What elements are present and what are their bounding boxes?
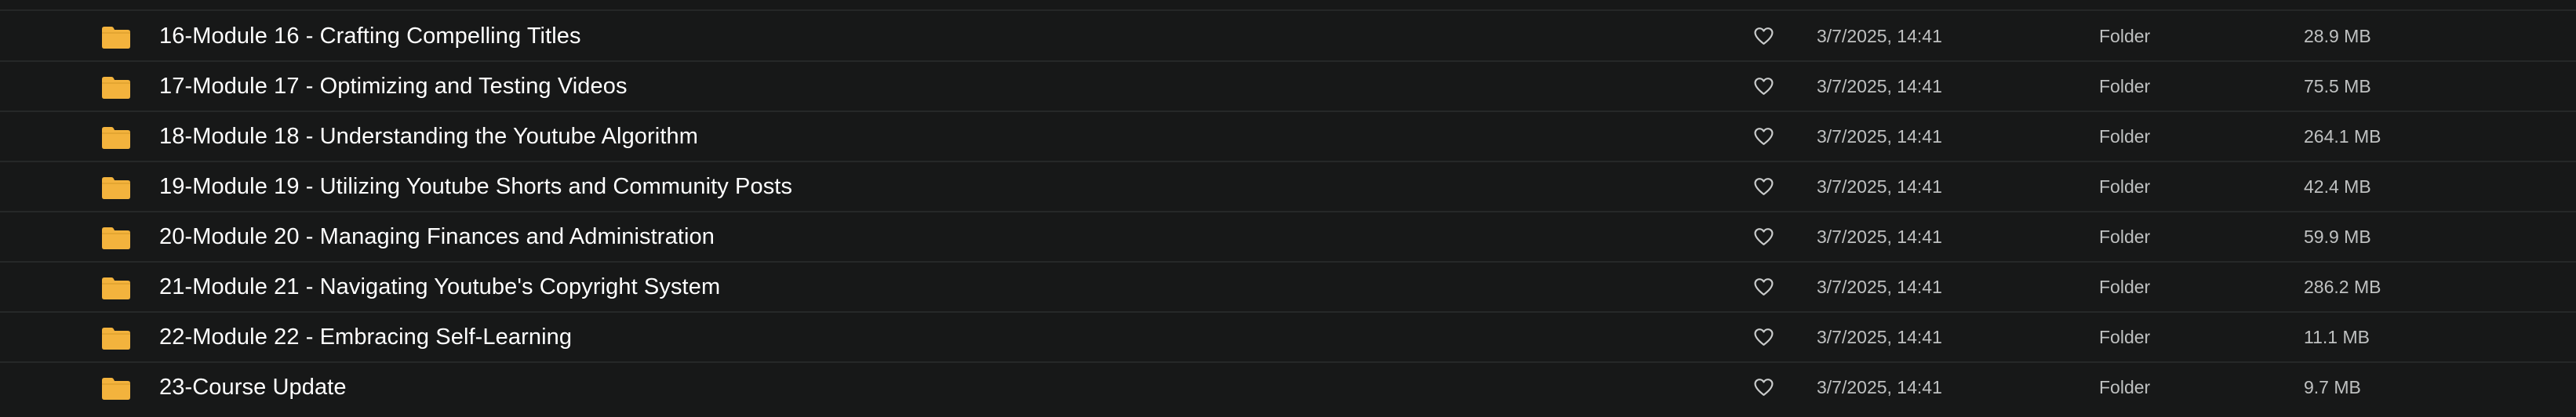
table-row[interactable]: 19-Module 19 - Utilizing Youtube Shorts … <box>0 162 2576 212</box>
row-name[interactable]: 20-Module 20 - Managing Finances and Adm… <box>159 212 715 261</box>
row-name[interactable]: 16-Module 16 - Crafting Compelling Title… <box>159 12 581 60</box>
row-kind: Folder <box>2099 277 2151 297</box>
row-date: 3/7/2025, 14:41 <box>1817 176 1942 197</box>
row-name[interactable]: 23-Course Update <box>159 363 347 412</box>
row-date: 3/7/2025, 14:41 <box>1817 327 1942 347</box>
previous-row-edge <box>0 0 2576 11</box>
row-kind: Folder <box>2099 327 2151 347</box>
table-row[interactable]: 20-Module 20 - Managing Finances and Adm… <box>0 212 2576 263</box>
row-size: 28.9 MB <box>2304 26 2371 46</box>
row-size: 75.5 MB <box>2304 76 2371 96</box>
row-kind: Folder <box>2099 76 2151 96</box>
folder-icon <box>102 77 130 99</box>
file-list: 16-Module 16 - Crafting Compelling Title… <box>0 0 2576 417</box>
row-name[interactable]: 22-Module 22 - Embracing Self-Learning <box>159 313 572 361</box>
heart-icon[interactable] <box>1753 227 1774 246</box>
row-date: 3/7/2025, 14:41 <box>1817 76 1942 96</box>
folder-icon <box>102 328 130 350</box>
row-name[interactable]: 21-Module 21 - Navigating Youtube's Copy… <box>159 263 720 311</box>
table-row[interactable]: 21-Module 21 - Navigating Youtube's Copy… <box>0 263 2576 313</box>
heart-icon[interactable] <box>1753 177 1774 196</box>
row-date: 3/7/2025, 14:41 <box>1817 377 1942 397</box>
row-kind: Folder <box>2099 126 2151 147</box>
row-date: 3/7/2025, 14:41 <box>1817 26 1942 46</box>
row-kind: Folder <box>2099 26 2151 46</box>
row-name[interactable]: 17-Module 17 - Optimizing and Testing Vi… <box>159 62 628 111</box>
table-row[interactable]: 23-Course Update 3/7/2025, 14:41 Folder … <box>0 363 2576 413</box>
table-row[interactable]: 22-Module 22 - Embracing Self-Learning 3… <box>0 313 2576 363</box>
table-row[interactable]: 17-Module 17 - Optimizing and Testing Vi… <box>0 62 2576 112</box>
row-name[interactable]: 19-Module 19 - Utilizing Youtube Shorts … <box>159 162 792 211</box>
row-size: 42.4 MB <box>2304 176 2371 197</box>
row-date: 3/7/2025, 14:41 <box>1817 227 1942 247</box>
row-size: 11.1 MB <box>2304 327 2370 347</box>
heart-icon[interactable] <box>1753 328 1774 346</box>
row-name[interactable]: 18-Module 18 - Understanding the Youtube… <box>159 112 698 161</box>
folder-icon <box>102 378 130 400</box>
row-size: 9.7 MB <box>2304 377 2361 397</box>
heart-icon[interactable] <box>1753 77 1774 96</box>
heart-icon[interactable] <box>1753 127 1774 146</box>
folder-icon <box>102 127 130 149</box>
row-kind: Folder <box>2099 377 2151 397</box>
row-size: 286.2 MB <box>2304 277 2381 297</box>
table-row[interactable]: 16-Module 16 - Crafting Compelling Title… <box>0 12 2576 62</box>
folder-icon <box>102 227 130 249</box>
heart-icon[interactable] <box>1753 27 1774 45</box>
row-kind: Folder <box>2099 176 2151 197</box>
row-date: 3/7/2025, 14:41 <box>1817 126 1942 147</box>
row-size: 264.1 MB <box>2304 126 2381 147</box>
heart-icon[interactable] <box>1753 277 1774 296</box>
file-rows: 16-Module 16 - Crafting Compelling Title… <box>0 12 2576 413</box>
table-row[interactable]: 18-Module 18 - Understanding the Youtube… <box>0 112 2576 162</box>
folder-icon <box>102 27 130 49</box>
heart-icon[interactable] <box>1753 378 1774 397</box>
folder-icon <box>102 277 130 299</box>
folder-icon <box>102 177 130 199</box>
row-kind: Folder <box>2099 227 2151 247</box>
row-size: 59.9 MB <box>2304 227 2371 247</box>
row-date: 3/7/2025, 14:41 <box>1817 277 1942 297</box>
